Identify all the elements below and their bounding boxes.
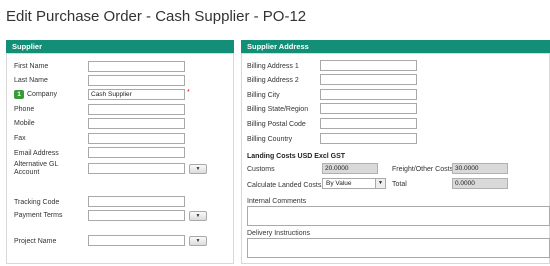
calculate-landed-costs-value: By Value (326, 180, 352, 187)
tracking-code-label: Tracking Code (14, 199, 60, 206)
required-marker: * (187, 89, 190, 96)
calculate-landed-costs-select[interactable]: By Value ▼ (322, 178, 386, 189)
freight-field[interactable]: 30.0000 (452, 163, 508, 174)
mobile-label: Mobile (14, 120, 35, 127)
chevron-down-icon: ▼ (375, 179, 385, 188)
billing-city-field[interactable] (320, 89, 417, 100)
customs-field[interactable]: 20.0000 (322, 163, 378, 174)
project-name-dropdown-button[interactable]: ▼ (189, 236, 207, 246)
billing-country-label: Billing Country (247, 136, 293, 143)
phone-field[interactable] (88, 104, 185, 115)
billing-postal-field[interactable] (320, 118, 417, 129)
total-field[interactable]: 0.0000 (452, 178, 508, 189)
customs-label: Customs (247, 166, 275, 173)
email-field[interactable] (88, 147, 185, 158)
first-name-label: First Name (14, 63, 49, 70)
email-label: Email Address (14, 150, 59, 157)
last-name-label: Last Name (14, 77, 48, 84)
company-field[interactable]: Cash Supplier (88, 89, 185, 100)
billing-address-2-field[interactable] (320, 74, 417, 85)
first-name-field[interactable] (88, 61, 185, 72)
mobile-field[interactable] (88, 118, 185, 129)
supplier-address-header: Supplier Address (241, 40, 550, 53)
calculate-landed-costs-label: Calculate Landed Costs (247, 182, 322, 189)
internal-comments-textarea[interactable] (247, 206, 550, 226)
alt-gl-label-line1: Alternative GL (14, 161, 59, 168)
alt-gl-field[interactable] (88, 163, 185, 174)
chevron-down-icon: ▼ (195, 213, 201, 219)
tracking-code-field[interactable] (88, 196, 185, 207)
delivery-instructions-textarea[interactable] (247, 238, 550, 258)
page-title: Edit Purchase Order - Cash Supplier - PO… (6, 8, 307, 25)
internal-comments-label: Internal Comments (247, 198, 307, 205)
fax-label: Fax (14, 135, 26, 142)
billing-state-field[interactable] (320, 103, 417, 114)
billing-address-2-label: Billing Address 2 (247, 77, 299, 84)
billing-city-label: Billing City (247, 92, 280, 99)
freight-label: Freight/Other Costs (392, 166, 454, 173)
last-name-field[interactable] (88, 75, 185, 86)
chevron-down-icon: ▼ (195, 166, 201, 172)
billing-postal-label: Billing Postal Code (247, 121, 306, 128)
company-label: Company (27, 91, 57, 98)
payment-terms-label: Payment Terms (14, 212, 63, 219)
payment-terms-field[interactable] (88, 210, 185, 221)
billing-address-1-field[interactable] (320, 60, 417, 71)
alt-gl-dropdown-button[interactable]: ▼ (189, 164, 207, 174)
step-badge: 1 (14, 90, 24, 99)
fax-field[interactable] (88, 133, 185, 144)
chevron-down-icon: ▼ (195, 238, 201, 244)
billing-address-1-label: Billing Address 1 (247, 63, 299, 70)
phone-label: Phone (14, 106, 35, 113)
supplier-header: Supplier (6, 40, 234, 53)
project-name-label: Project Name (14, 238, 57, 245)
alt-gl-label-line2: Account (14, 169, 40, 176)
landing-costs-heading: Landing Costs USD Excl GST (247, 153, 346, 160)
payment-terms-dropdown-button[interactable]: ▼ (189, 211, 207, 221)
project-name-field[interactable] (88, 235, 185, 246)
billing-country-field[interactable] (320, 133, 417, 144)
delivery-instructions-label: Delivery Instructions (247, 230, 311, 237)
billing-state-label: Billing State/Region (247, 106, 309, 113)
total-label: Total (392, 181, 407, 188)
